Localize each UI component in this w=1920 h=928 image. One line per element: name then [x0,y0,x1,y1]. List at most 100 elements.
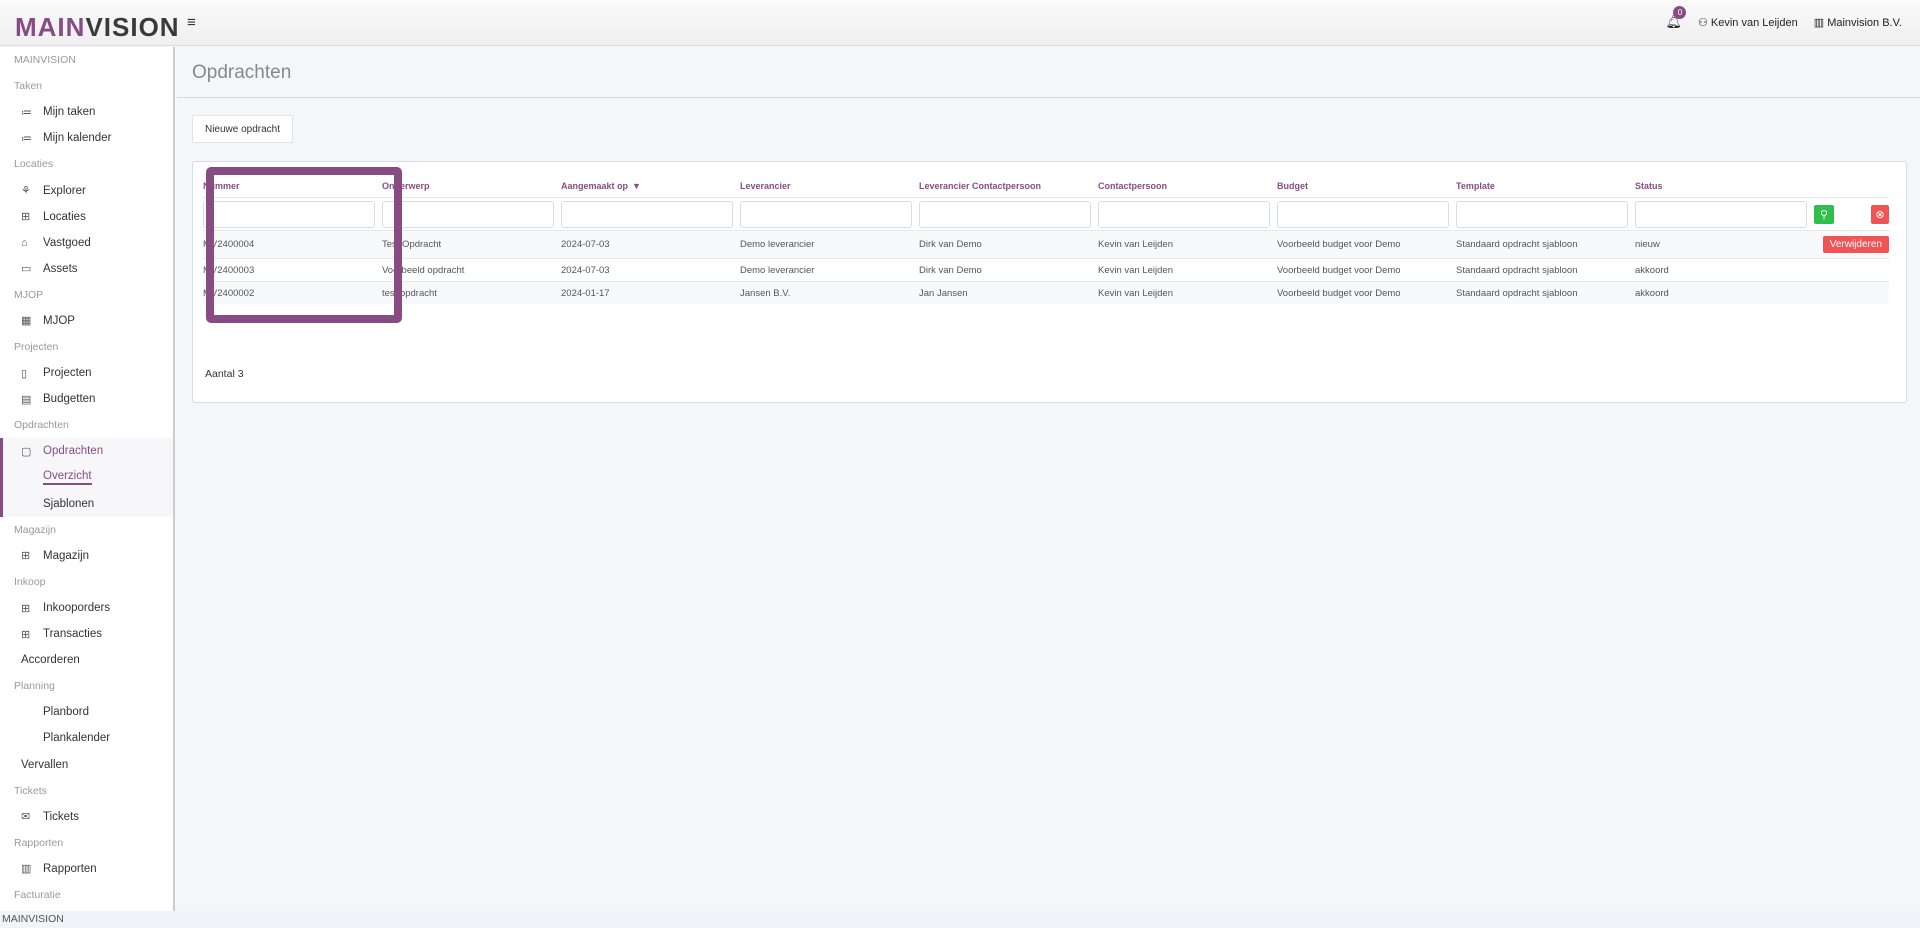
sidebar-item-explorer[interactable]: ⚘ Explorer [0,177,173,203]
column-header-contactpersoon[interactable]: Contactpersoon [1098,174,1277,197]
column-header-leverancier[interactable]: Leverancier [740,174,919,197]
column-header-status[interactable]: Status [1635,174,1814,197]
filter-cell [919,200,1098,228]
sidebar-item-label: Vervallen [21,758,69,771]
filter-input-onderwerp[interactable] [382,200,554,228]
sidebar-item-plankalender[interactable]: Plankalender [0,725,173,751]
sidebar-item-mijn kalender[interactable]: ≔ Mijn kalender [0,125,173,151]
column-header-label: Nummer [203,180,240,191]
column-header-nummer[interactable]: Nummer [203,174,382,197]
table-cell: Kevin van Leijden [1098,239,1173,250]
filter-input-template[interactable] [1456,200,1628,228]
filter-input-aangemaakt-op[interactable] [561,200,733,228]
table-row[interactable]: MV2400002 test opdracht 2024-01-17 Jansen B… [203,281,1889,304]
sidebar-item-planbord[interactable]: Planbord [0,699,173,725]
sidebar-section-label: Rapporten [14,836,64,849]
sidebar-item-vastgoed[interactable]: ⌂ Vastgoed [0,230,173,256]
filter-input-status[interactable] [1635,200,1807,228]
table-cell: Test Opdracht [382,239,442,250]
menu-toggle-icon[interactable]: ≡ [187,14,196,31]
filter-input-leverancier[interactable] [740,200,912,228]
table-row[interactable]: MV2400004 Test Opdracht 2024-07-03 Demo lev… [203,230,1889,258]
company-menu[interactable]: ▥ Mainvision B.V. [1814,16,1902,29]
sidebar-item-label: Opdrachten [43,445,104,458]
budget-icon: ▤ [21,393,32,406]
filter-input-contactpersoon[interactable] [1098,200,1270,228]
sidebar-item-budgetten[interactable]: ▤ Budgetten [0,386,173,412]
sidebar-item-label: Mijn taken [43,106,96,119]
home-icon: ⌂ [21,236,28,249]
sidebar-item-rapporten[interactable]: ▥ Rapporten [0,856,173,882]
sidebar-item-tickets[interactable]: ✉ Tickets [0,804,173,830]
grid-icon: ⊞ [21,550,31,563]
sidebar-item-assets[interactable]: ▭ Assets [0,256,173,282]
sidebar-section-label: Magazijn [14,523,57,536]
sidebar-item-label: Explorer [43,184,86,197]
column-header-template[interactable]: Template [1456,174,1635,197]
column-header-label: Leverancier [740,180,791,191]
table-row[interactable]: MV2400003 Voorbeeld opdracht 2024-07-03 Dem… [203,258,1889,281]
filter-cell [561,200,740,228]
filter-row: ⚲ ⊗ [203,198,1889,230]
document-icon: ▢ [21,445,32,458]
list-icon: ≔ [21,132,32,145]
table-cell: Kevin van Leijden [1098,287,1173,299]
briefcase-icon: ⊞ [21,211,31,224]
filter-input-budget[interactable] [1277,200,1449,228]
sidebar-section-label: Taken [14,80,43,93]
sidebar-item-overzicht[interactable]: Overzicht [0,464,173,491]
sidebar-item-inkooporders[interactable]: ⊞ Inkooporders [0,595,173,621]
new-assignment-button[interactable]: Nieuwe opdracht [192,115,293,143]
sidebar-item-locaties[interactable]: ⊞ Locaties [0,204,173,230]
sidebar-item-accorderen[interactable]: Accorderen [0,647,173,673]
sidebar-section-label: Locaties [14,158,54,171]
page-title: Opdrachten [192,62,292,83]
column-header-aangemaakt-op[interactable]: Aangemaakt op ▼ [561,174,740,197]
actions-header [1814,174,1889,197]
sidebar-item-mijn taken[interactable]: ≔ Mijn taken [0,99,173,125]
filter-cell [382,200,561,228]
delete-button[interactable]: Verwijderen [1822,236,1889,253]
filter-cell [1098,200,1277,228]
user-menu[interactable]: ⚇ Kevin van Leijden [1698,16,1798,29]
assignments-card: Nummer Onderwerp Aangemaakt op ▼ Leverancier… [192,161,1907,403]
sidebar-item-label: Accorderen [21,654,80,667]
sidebar-item-transacties[interactable]: ⊞ Transacties [0,621,173,647]
column-header-onderwerp[interactable]: Onderwerp [382,174,561,197]
table-cell: Standaard opdracht sjabloon [1456,264,1578,276]
sidebar-item-label: Overzicht [43,470,92,486]
user-name: Kevin van Leijden [1710,16,1798,29]
table-cell: 2024-01-17 [561,287,610,299]
sidebar-item-vervallen[interactable]: Vervallen [0,752,173,778]
sort-desc-icon[interactable]: ▼ [632,181,641,191]
sidebar-item-magazijn[interactable]: ⊞ Magazijn [0,543,173,569]
sidebar-item-sjablonen[interactable]: Sjablonen [0,490,173,517]
search-button[interactable]: ⚲ [1814,204,1834,224]
column-header-budget[interactable]: Budget [1277,174,1456,197]
column-header-label: Status [1635,180,1663,191]
table-cell: akkoord [1635,287,1669,299]
clear-filter-button[interactable]: ⊗ [1871,204,1889,224]
divider [177,97,1920,98]
sidebar-item-label: Vastgoed [43,236,91,249]
filter-input-nummer[interactable] [203,200,375,228]
top-bar: MAINVISION ≡ 🔔︎ 0 ⚇ Kevin van Leijden ▥ M… [0,0,1920,46]
sidebar-item-label: Planbord [43,706,90,719]
notebook-icon: ▯ [21,367,28,380]
filter-input-leverancier-contactpersoon[interactable] [919,200,1091,228]
notifications-button[interactable]: 🔔︎ 0 [1665,6,1687,30]
column-header-leverancier-contactpersoon[interactable]: Leverancier Contactpersoon [919,174,1098,197]
sidebar-item-label: Budgetten [43,393,96,406]
sidebar-item-opdrachten[interactable]: ▢ Opdrachten [0,438,173,465]
logo[interactable]: MAINVISION [15,12,180,43]
sidebar-item-label: Magazijn [43,549,90,562]
filter-cell [203,200,382,228]
company-name: Mainvision B.V. [1827,16,1902,29]
sidebar-item-projecten[interactable]: ▯ Projecten [0,360,173,386]
user-icon: ⚇ [1697,16,1711,29]
grid-icon: ⊞ [21,628,31,641]
sidebar-item-mjop[interactable]: ▦ MJOP [0,308,173,334]
table-cell: MV2400002 [203,287,255,299]
sidebar-item-label: Rapporten [43,862,97,875]
sidebar-item-label: Plankalender [43,732,111,745]
